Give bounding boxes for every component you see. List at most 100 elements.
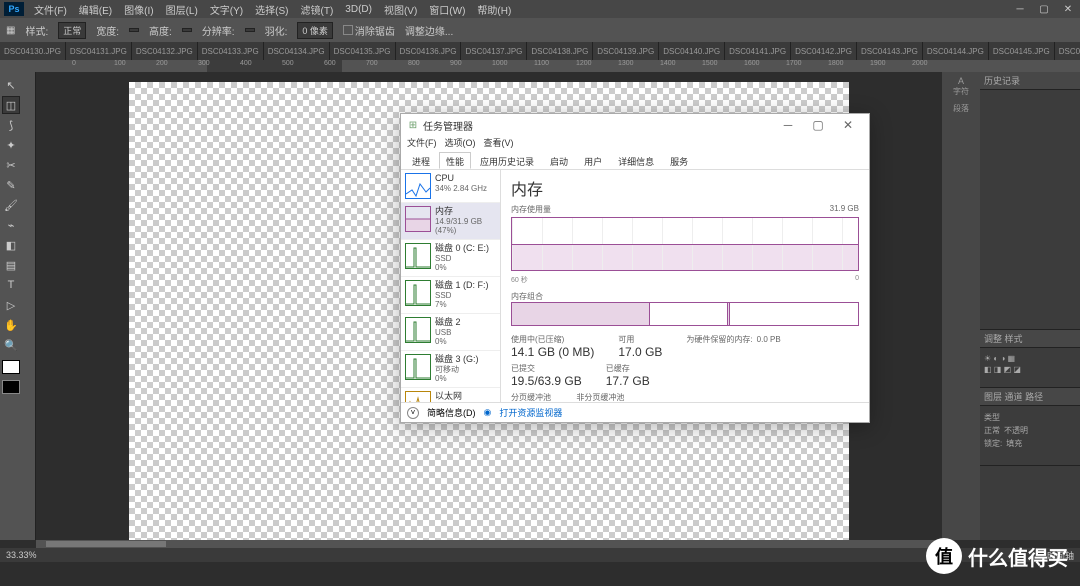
checkbox-icon [343,25,353,35]
menu-3d[interactable]: 3D(D) [339,4,378,15]
document-tab[interactable]: DSC04138.JPG [527,42,593,60]
document-tab[interactable]: DSC04134.JPG [264,42,330,60]
tm-close-icon[interactable]: ✕ [833,115,863,135]
opt-feather-value[interactable]: 0 像素 [297,22,333,39]
tm-tab-1[interactable]: 性能 [439,152,471,169]
menu-filter[interactable]: 滤镜(T) [295,2,340,17]
crop-tool-icon[interactable]: ✂ [2,156,20,174]
menu-view[interactable]: 视图(V) [378,2,423,17]
opt-width-value[interactable] [129,28,139,32]
document-tab[interactable]: DSC04137.JPG [461,42,527,60]
maximize-icon[interactable]: ▢ [1032,1,1056,17]
character-panel-icon[interactable]: A [958,76,964,86]
close-icon[interactable]: ✕ [1056,1,1080,17]
tm-footer: ˅ 简略信息(D) ◉ 打开资源监视器 [401,402,869,422]
tm-minimize-icon[interactable]: ─ [773,115,803,135]
open-resource-monitor-link[interactable]: 打开资源监视器 [499,406,562,419]
type-tool-icon[interactable]: T [2,276,20,294]
menu-image[interactable]: 图像(I) [118,2,159,17]
fewer-details-link[interactable]: 简略信息(D) [427,406,476,419]
scrollbar-thumb[interactable] [46,541,166,547]
document-tab[interactable]: DSC04145.JPG [989,42,1055,60]
document-tab[interactable]: DSC04146.JPG [1055,42,1080,60]
document-tab[interactable]: DSC04142.JPG [791,42,857,60]
menu-help[interactable]: 帮助(H) [471,2,517,17]
marquee-tool-icon[interactable]: ◫ [2,96,20,114]
document-tab[interactable]: DSC04140.JPG [659,42,725,60]
panel-history-header[interactable]: 历史记录 [980,72,1080,90]
menu-edit[interactable]: 编辑(E) [73,2,118,17]
move-tool-icon[interactable]: ↖ [2,76,20,94]
opt-refine-edge[interactable]: 调整边缘... [405,23,453,38]
side-item-sub: USB [435,328,461,338]
document-tab[interactable]: DSC04141.JPG [725,42,791,60]
foreground-color-swatch[interactable] [2,360,20,374]
tm-side-item-6[interactable]: 以太网以太网 3发送: 568 接收: 24.0 [401,388,500,402]
menu-file[interactable]: 文件(F) [28,2,73,17]
brush-tool-icon[interactable]: 🖌 [2,196,20,214]
ruler-mark: 1100 [534,60,549,67]
tm-side-item-5[interactable]: 磁盘 3 (G:)可移动0% [401,351,500,388]
tm-tab-6[interactable]: 服务 [663,152,695,169]
lasso-tool-icon[interactable]: ⟆ [2,116,20,134]
tm-title-bar[interactable]: ⊞ 任务管理器 ─ ▢ ✕ [401,114,869,136]
tm-side-item-4[interactable]: 磁盘 2USB0% [401,314,500,351]
tm-menu-options[interactable]: 选项(O) [445,136,476,152]
background-color-swatch[interactable] [2,380,20,394]
stamp-tool-icon[interactable]: ⌁ [2,216,20,234]
document-tab[interactable]: DSC04139.JPG [593,42,659,60]
tm-tab-0[interactable]: 进程 [405,152,437,169]
document-tab[interactable]: DSC04136.JPG [396,42,462,60]
opt-height-label: 高度: [149,23,172,38]
tm-menu-file[interactable]: 文件(F) [407,136,437,152]
opt-resolution-value[interactable] [245,28,255,32]
tm-maximize-icon[interactable]: ▢ [803,115,833,135]
ruler-mark: 1200 [576,60,592,67]
collapse-icon[interactable]: ˅ [407,407,419,419]
horizontal-scrollbar[interactable] [36,540,945,548]
ruler-vertical [22,72,36,540]
tm-side-item-1[interactable]: 内存14.9/31.9 GB (47%) [401,203,500,240]
opt-style-value[interactable]: 正常 [58,22,86,39]
tm-tab-4[interactable]: 用户 [577,152,609,169]
opt-antialias[interactable]: 消除锯齿 [343,23,395,38]
eyedropper-tool-icon[interactable]: ✎ [2,176,20,194]
tm-menu-view[interactable]: 查看(V) [484,136,514,152]
menu-select[interactable]: 选择(S) [249,2,294,17]
opt-height-value[interactable] [182,28,192,32]
document-tab[interactable]: DSC04133.JPG [198,42,264,60]
ruler-mark: 200 [156,60,168,67]
ruler-mark: 1300 [618,60,634,67]
panel-layers-header[interactable]: 图层 通道 路径 [980,388,1080,406]
minimize-icon[interactable]: ─ [1008,1,1032,17]
panel-adjust-header[interactable]: 调整 样式 [980,330,1080,348]
path-tool-icon[interactable]: ▷ [2,296,20,314]
ps-toolbar: ↖ ◫ ⟆ ✦ ✂ ✎ 🖌 ⌁ ◧ ▤ T ▷ ✋ 🔍 [0,72,22,540]
zoom-tool-icon[interactable]: 🔍 [2,336,20,354]
zoom-level[interactable]: 33.33% [6,550,37,560]
memory-usage-chart [511,217,859,271]
document-tab[interactable]: DSC04143.JPG [857,42,923,60]
tm-tab-2[interactable]: 应用历史记录 [473,152,541,169]
document-tab[interactable]: DSC04131.JPG [66,42,132,60]
tm-side-item-2[interactable]: 磁盘 0 (C: E:)SSD0% [401,240,500,277]
mini-graph-icon [405,243,431,269]
tm-side-item-0[interactable]: CPU34% 2.84 GHz [401,170,500,203]
tm-side-item-3[interactable]: 磁盘 1 (D: F:)SSD7% [401,277,500,314]
eraser-tool-icon[interactable]: ◧ [2,236,20,254]
wand-tool-icon[interactable]: ✦ [2,136,20,154]
gradient-tool-icon[interactable]: ▤ [2,256,20,274]
hand-tool-icon[interactable]: ✋ [2,316,20,334]
document-tab[interactable]: DSC04130.JPG [0,42,66,60]
document-tab[interactable]: DSC04135.JPG [330,42,396,60]
memory-composition-chart [511,302,859,326]
stat-available: 可用17.0 GB [618,334,662,359]
tm-tab-3[interactable]: 启动 [543,152,575,169]
document-tab[interactable]: DSC04132.JPG [132,42,198,60]
menu-window[interactable]: 窗口(W) [423,2,471,17]
document-tab[interactable]: DSC04144.JPG [923,42,989,60]
tm-tab-5[interactable]: 详细信息 [611,152,661,169]
collapsed-panel-strip[interactable]: A 字符 段落 [942,72,980,540]
menu-layer[interactable]: 图层(L) [160,2,204,17]
menu-type[interactable]: 文字(Y) [204,2,249,17]
